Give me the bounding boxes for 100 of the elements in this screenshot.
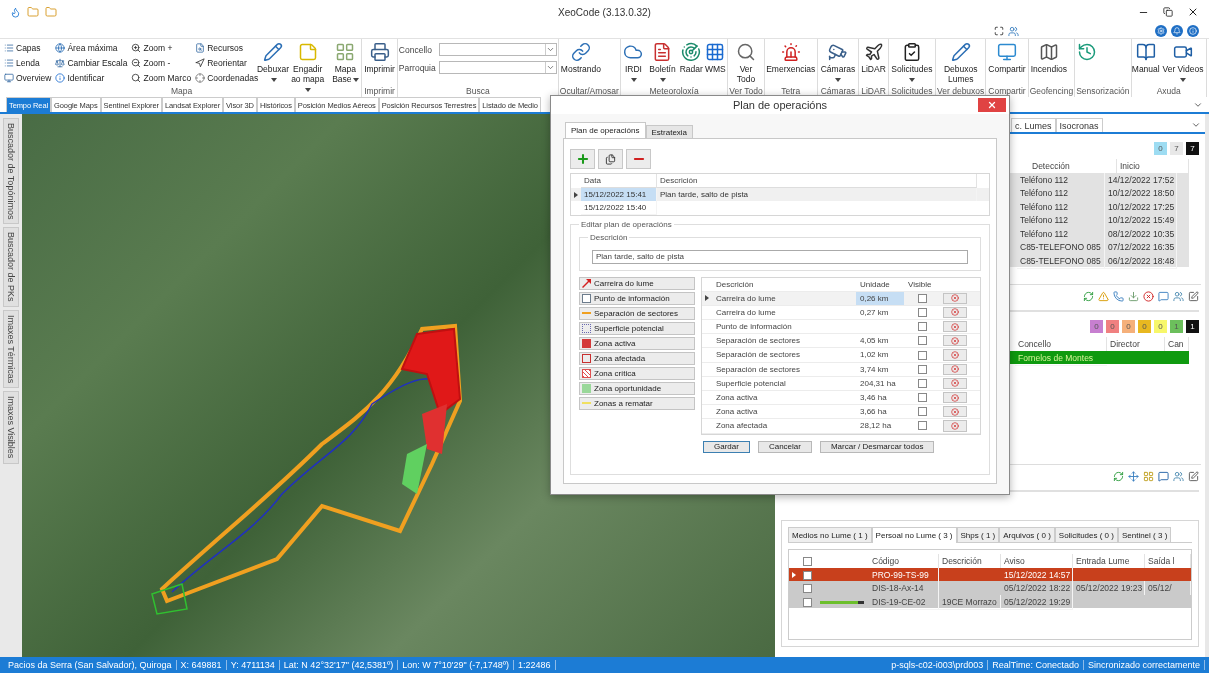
checkbox[interactable]: [917, 393, 927, 403]
description-input[interactable]: Plan tarde, salto de pista: [592, 249, 968, 264]
ribbon-button[interactable]: Mostrando: [559, 41, 603, 75]
edit-icon[interactable]: [1188, 471, 1199, 482]
warning-icon[interactable]: [1098, 291, 1109, 302]
users-button[interactable]: [1008, 25, 1019, 37]
table-row[interactable]: PRO-99-TS-99 15/12/2022 14:57: [789, 567, 1191, 581]
delete-button[interactable]: [943, 363, 967, 375]
checkbox[interactable]: [917, 293, 927, 303]
checkbox[interactable]: [917, 350, 927, 360]
table-row[interactable]: Zona activa 3,46 ha: [702, 391, 980, 406]
palette-button[interactable]: Punto de información: [579, 291, 695, 305]
delete-button[interactable]: [943, 377, 967, 389]
tab[interactable]: Solicitudes ( 0 ): [1054, 527, 1118, 542]
side-tab[interactable]: Buscador de PKs: [3, 227, 19, 307]
tab[interactable]: Persoal no Lume ( 3 ): [871, 527, 957, 543]
grid-icon[interactable]: [1143, 471, 1154, 482]
duplicate-button[interactable]: [598, 149, 623, 169]
delete-button[interactable]: [943, 335, 967, 347]
checkbox[interactable]: [917, 378, 927, 388]
ribbon-item[interactable]: Recursos: [194, 41, 260, 55]
dropdown-field[interactable]: [438, 43, 557, 56]
folder-icon[interactable]: [27, 6, 39, 18]
flame-icon[interactable]: [10, 6, 21, 18]
ribbon-item[interactable]: Overview: [3, 71, 53, 85]
table-row[interactable]: Punto de información: [702, 320, 980, 335]
tab[interactable]: Sentinel ( 3 ): [1117, 527, 1172, 542]
table-row[interactable]: Zona afectada 28,12 ha: [702, 419, 980, 434]
refresh-icon[interactable]: [1113, 471, 1124, 482]
info-button[interactable]: [1187, 25, 1199, 37]
ribbon-item[interactable]: Capas: [3, 41, 53, 55]
ribbon-item[interactable]: Lenda: [3, 56, 53, 70]
delete-button[interactable]: [943, 306, 967, 319]
table-row[interactable]: DIS-18-Ax-14 05/12/2022 18:22 05/12/2022 19:23 05/12/: [789, 581, 1191, 595]
side-tab[interactable]: Buscador de Topónimos: [3, 118, 19, 225]
checkbox[interactable]: [917, 336, 927, 346]
checkbox[interactable]: [917, 364, 927, 374]
move-icon[interactable]: [1128, 471, 1139, 482]
palette-button[interactable]: Zonas a rematar: [579, 396, 695, 410]
tab[interactable]: Medios no Lume ( 1 ): [788, 527, 872, 542]
ribbon-button[interactable]: Ver Videos: [1160, 41, 1205, 85]
tab[interactable]: Estratexia: [645, 125, 694, 138]
checkbox[interactable]: [917, 322, 927, 332]
ribbon-item[interactable]: Cambiar Escala: [54, 56, 129, 70]
notifications-button[interactable]: [1171, 25, 1183, 37]
ribbon-item[interactable]: Coordenadas: [194, 71, 260, 85]
checkbox[interactable]: [802, 584, 812, 593]
checkbox[interactable]: [802, 557, 812, 566]
palette-button[interactable]: Superficie potencial: [579, 321, 695, 335]
ribbon-item[interactable]: Zoom +: [130, 41, 193, 55]
ribbon-item[interactable]: Identificar: [54, 71, 129, 85]
tab[interactable]: Shps ( 1 ): [956, 527, 1000, 542]
ribbon-item[interactable]: Zoom Marco: [130, 71, 193, 85]
ribbon-button[interactable]: Imprimir: [363, 41, 396, 75]
ribbon-button[interactable]: WMS: [704, 41, 727, 75]
edit-icon[interactable]: [1188, 291, 1199, 302]
refresh-icon[interactable]: [1083, 291, 1094, 302]
restore-button[interactable]: [1163, 7, 1173, 17]
palette-button[interactable]: Zona oportunidade: [579, 381, 695, 395]
ribbon-button[interactable]: Incendios: [1029, 41, 1069, 75]
users-icon[interactable]: [1173, 471, 1184, 482]
delete-button[interactable]: [943, 321, 967, 333]
ribbon-item[interactable]: Zoom -: [130, 56, 193, 70]
close-button[interactable]: [1187, 6, 1199, 18]
users-icon[interactable]: [1173, 291, 1184, 302]
panel-tab[interactable]: Isocronas: [1055, 118, 1103, 132]
dialog-button[interactable]: Gardar: [703, 440, 750, 453]
dropdown-field[interactable]: [438, 61, 557, 74]
ribbon-button[interactable]: Debuxos Lumes: [937, 41, 985, 85]
delete-button[interactable]: [943, 406, 967, 418]
delete-button[interactable]: [943, 392, 967, 404]
message-icon[interactable]: [1158, 471, 1169, 482]
close-circle-icon[interactable]: [1143, 291, 1154, 302]
ribbon-button[interactable]: Cámaras: [818, 41, 858, 85]
message-icon[interactable]: [1158, 291, 1169, 302]
palette-button[interactable]: Carreira do lume: [579, 276, 695, 290]
phone-icon[interactable]: [1113, 291, 1124, 302]
panel-tab[interactable]: c. Lumes: [1011, 118, 1056, 132]
tab[interactable]: Arquivos ( 0 ): [999, 527, 1055, 542]
delete-button[interactable]: [943, 420, 967, 432]
checkbox[interactable]: [802, 597, 812, 607]
palette-button[interactable]: Zona afectada: [579, 351, 695, 365]
checkbox[interactable]: [917, 407, 927, 417]
palette-button[interactable]: Separación de sectores: [579, 306, 695, 320]
side-tab[interactable]: Imaxes Visibles: [3, 391, 19, 464]
add-button[interactable]: [570, 149, 595, 169]
ribbon-button[interactable]: LiDAR: [860, 41, 887, 75]
ribbon-button[interactable]: Ver Todo: [729, 41, 763, 85]
folder-icon[interactable]: [45, 6, 57, 18]
ribbon-item[interactable]: Área máxima: [54, 41, 129, 55]
palette-button[interactable]: Zona crítica: [579, 366, 695, 380]
table-row[interactable]: Zona activa 3,66 ha: [702, 405, 980, 420]
tab[interactable]: Plan de operacións: [565, 122, 646, 138]
checkbox[interactable]: [917, 307, 927, 317]
ribbon-button[interactable]: Manual: [1132, 41, 1159, 75]
dialog-button[interactable]: Cancelar: [757, 440, 812, 453]
ribbon-button[interactable]: Compartir: [987, 41, 1027, 75]
palette-button[interactable]: Zona activa: [579, 336, 695, 350]
delete-button[interactable]: [943, 292, 967, 304]
checkbox[interactable]: [917, 421, 927, 431]
